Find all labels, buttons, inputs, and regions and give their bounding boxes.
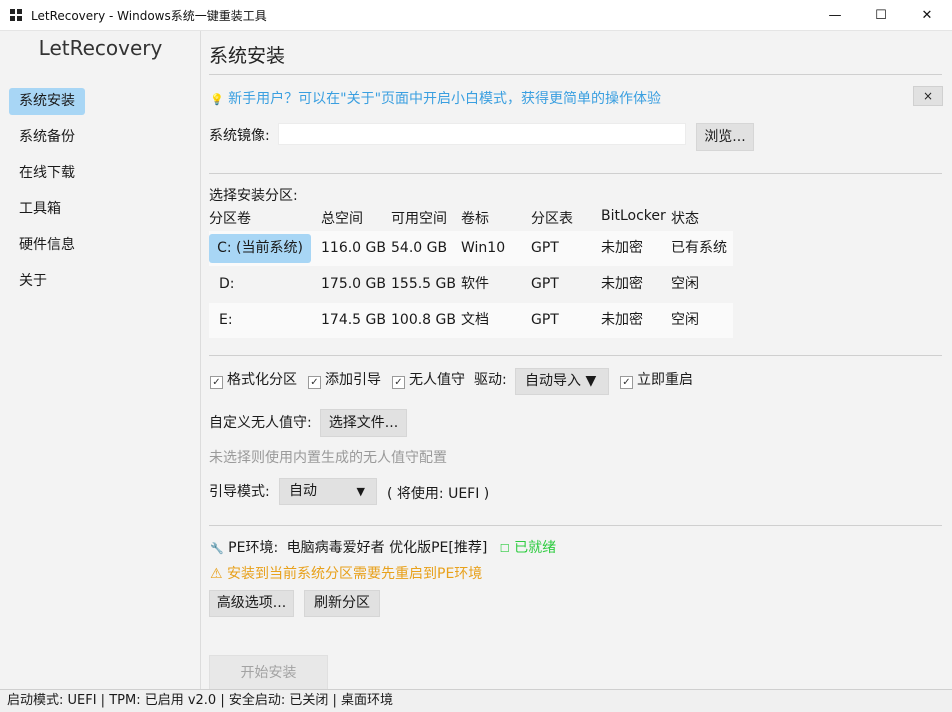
main-panel: 系统安装 💡 新手用户？可以在"关于"页面中开启小白模式，获得更简单的操作体验 … <box>202 31 952 691</box>
select-file-button[interactable]: 选择文件... <box>320 409 407 437</box>
app-icon <box>10 9 22 21</box>
lightbulb-icon: 💡 <box>210 93 224 106</box>
driver-label: 驱动: <box>474 372 507 388</box>
col-header: BitLocker <box>601 208 666 224</box>
unattended-option[interactable]: ✓ 无人值守 <box>392 369 465 389</box>
col-header: 可用空间 <box>391 211 447 227</box>
sidebar-item-toolbox[interactable]: 工具箱 <box>9 196 71 223</box>
format-checkbox[interactable]: ✓ <box>210 376 223 389</box>
chevron-down-icon: ▼ <box>356 485 365 498</box>
boot-mode-value: 自动 <box>289 483 317 499</box>
bitlocker-cell: 未加密 <box>601 240 643 256</box>
add-boot-checkbox[interactable]: ✓ <box>308 376 321 389</box>
format-label: 格式化分区 <box>227 372 297 388</box>
status-cell: 空闲 <box>671 312 699 328</box>
close-button[interactable]: ✕ <box>904 0 950 31</box>
divider <box>209 525 942 526</box>
advanced-options-button[interactable]: 高级选项... <box>209 590 294 617</box>
custom-unattend-label: 自定义无人值守: <box>209 415 312 431</box>
label-cell: Win10 <box>461 240 506 256</box>
table-row[interactable]: C: (当前系统) 116.0 GB 54.0 GB Win10 GPT 未加密… <box>209 231 733 266</box>
sidebar-item-backup[interactable]: 系统备份 <box>9 124 85 151</box>
status-cell: 空闲 <box>671 276 699 292</box>
col-header: 卷标 <box>461 211 489 227</box>
boot-mode-note: ( 将使用: UEFI ) <box>387 486 490 502</box>
drive-cell[interactable]: D: <box>219 267 235 302</box>
driver-dropdown[interactable]: 自动导入 ▼ <box>515 368 609 395</box>
divider <box>209 74 942 75</box>
tip-text: 新手用户？可以在"关于"页面中开启小白模式，获得更简单的操作体验 <box>228 91 662 107</box>
pe-status-line: 🔧 PE环境: 电脑病毒爱好者 优化版PE[推荐] ☐ 已就绪 <box>210 537 556 557</box>
unattended-checkbox[interactable]: ✓ <box>392 376 405 389</box>
sidebar-item-install[interactable]: 系统安装 <box>9 88 85 115</box>
page-title: 系统安装 <box>209 45 286 67</box>
brand-label: LetRecovery <box>38 36 163 60</box>
status-bar: 启动模式: UEFI | TPM: 已启用 v2.0 | 安全启动: 已关闭 |… <box>0 689 952 712</box>
free-cell: 155.5 GB <box>391 276 456 292</box>
bitlocker-cell: 未加密 <box>601 276 643 292</box>
unattended-label: 无人值守 <box>409 372 465 388</box>
wrench-icon: 🔧 <box>210 542 224 555</box>
table-cell: GPT <box>531 312 559 328</box>
refresh-partitions-button[interactable]: 刷新分区 <box>304 590 380 617</box>
pe-name: 电脑病毒爱好者 优化版PE[推荐] <box>286 540 488 556</box>
drive-cell[interactable]: E: <box>219 303 233 338</box>
window-title: LetRecovery - Windows系统一键重装工具 <box>31 8 267 23</box>
reboot-label: 立即重启 <box>637 372 693 388</box>
label-cell: 文档 <box>461 312 489 328</box>
unattend-hint: 未选择则使用内置生成的无人值守配置 <box>209 450 447 466</box>
table-cell: GPT <box>531 240 559 256</box>
table-row[interactable]: E: 174.5 GB 100.8 GB 文档 GPT 未加密 空闲 <box>209 303 733 338</box>
reboot-checkbox[interactable]: ✓ <box>620 376 633 389</box>
reboot-option[interactable]: ✓ 立即重启 <box>620 369 693 389</box>
status-cell: 已有系统 <box>671 240 727 256</box>
tip-close-button[interactable]: × <box>913 86 943 106</box>
drive-cell-selected[interactable]: C: (当前系统) <box>209 234 311 263</box>
pe-warning: ⚠ 安装到当前系统分区需要先重启到PE环境 <box>210 566 483 582</box>
title-bar: LetRecovery - Windows系统一键重装工具 — ☐ ✕ <box>0 0 952 31</box>
sidebar-item-download[interactable]: 在线下载 <box>9 160 85 187</box>
pe-label: PE环境: <box>228 540 279 556</box>
partition-label: 选择安装分区: <box>209 188 298 204</box>
sidebar-item-hardware[interactable]: 硬件信息 <box>9 232 85 259</box>
total-cell: 116.0 GB <box>321 240 386 256</box>
table-cell: GPT <box>531 276 559 292</box>
ready-icon: ☐ <box>499 542 510 555</box>
image-path-input[interactable] <box>278 123 686 145</box>
table-row[interactable]: D: 175.0 GB 155.5 GB 软件 GPT 未加密 空闲 <box>209 267 733 302</box>
bitlocker-cell: 未加密 <box>601 312 643 328</box>
free-cell: 100.8 GB <box>391 312 456 328</box>
free-cell: 54.0 GB <box>391 240 448 256</box>
divider <box>209 173 942 174</box>
minimize-button[interactable]: — <box>812 0 858 31</box>
col-header: 分区卷 <box>209 211 251 227</box>
divider <box>209 355 942 356</box>
maximize-button[interactable]: ☐ <box>858 0 904 31</box>
boot-mode-dropdown[interactable]: 自动 ▼ <box>279 478 377 505</box>
browse-button[interactable]: 浏览... <box>696 123 754 151</box>
sidebar-item-about[interactable]: 关于 <box>9 268 57 295</box>
col-header: 总空间 <box>321 211 363 227</box>
col-header: 分区表 <box>531 211 573 227</box>
image-label: 系统镜像: <box>209 128 270 144</box>
sidebar: LetRecovery 系统安装 系统备份 在线下载 工具箱 硬件信息 关于 <box>0 31 201 689</box>
total-cell: 175.0 GB <box>321 276 386 292</box>
pe-ready-status: 已就绪 <box>514 540 557 556</box>
boot-mode-label: 引导模式: <box>209 484 270 500</box>
add-boot-option[interactable]: ✓ 添加引导 <box>308 369 381 389</box>
start-install-button[interactable]: 开始安装 <box>209 655 328 691</box>
label-cell: 软件 <box>461 276 489 292</box>
total-cell: 174.5 GB <box>321 312 386 328</box>
col-header: 状态 <box>671 211 699 227</box>
format-option[interactable]: ✓ 格式化分区 <box>210 369 297 389</box>
add-boot-label: 添加引导 <box>325 372 381 388</box>
tip-banner: 💡 新手用户？可以在"关于"页面中开启小白模式，获得更简单的操作体验 <box>210 88 661 108</box>
